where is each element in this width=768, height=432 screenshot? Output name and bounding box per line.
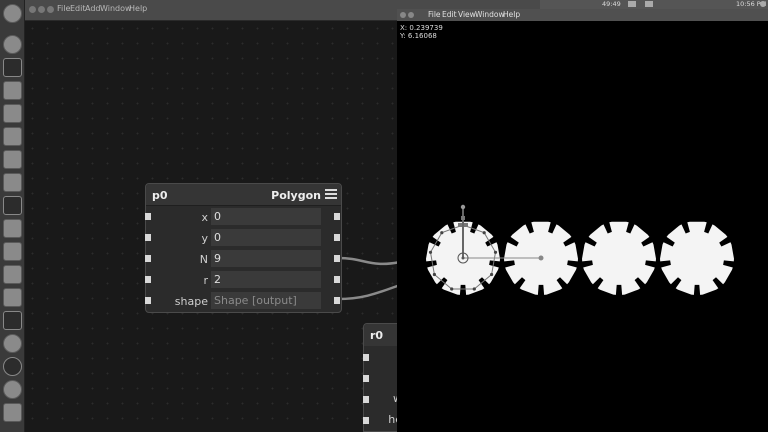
wire-shape <box>337 283 401 301</box>
param-label: y <box>201 232 208 245</box>
position-handle[interactable] <box>458 223 462 227</box>
input-port-y[interactable] <box>145 234 151 241</box>
vertex-handle[interactable] <box>472 287 476 291</box>
param-label: shape <box>174 295 208 308</box>
input-port-r[interactable] <box>145 276 151 283</box>
output-port-n[interactable] <box>334 255 340 262</box>
param-field-n[interactable]: 9 <box>211 250 321 267</box>
output-port-shape[interactable] <box>334 297 340 304</box>
input-port[interactable] <box>363 417 369 424</box>
power-icon[interactable] <box>760 1 766 7</box>
vertex-handle[interactable] <box>493 250 498 254</box>
clock-display: 49:49 <box>602 0 621 8</box>
param-row-shape: shape Shape [output] <box>145 292 341 310</box>
vertex-handle[interactable] <box>450 287 454 291</box>
output-port-y[interactable] <box>334 234 340 241</box>
param-field-r[interactable]: 2 <box>211 271 321 288</box>
input-port-shape[interactable] <box>145 297 151 304</box>
param-field-shape: Shape [output] <box>211 292 321 309</box>
param-label: N <box>199 253 208 266</box>
param-field-y[interactable]: 0 <box>211 229 321 246</box>
vertex-handle[interactable] <box>482 231 486 235</box>
param-field-x[interactable]: 0 <box>211 208 321 225</box>
polygon-node[interactable]: p0 Polygon x 0 y 0 N 9 r 2 shape Shape [… <box>145 183 342 313</box>
rendered-shape[interactable] <box>660 221 734 295</box>
node-type: Polygon <box>271 189 321 202</box>
radius-handle[interactable] <box>538 255 544 261</box>
vertex-handle[interactable] <box>440 231 444 235</box>
position-handle[interactable] <box>461 216 465 220</box>
param-row-n: N 9 <box>145 250 341 268</box>
node-menu-icon[interactable] <box>325 189 337 200</box>
input-port[interactable] <box>363 396 369 403</box>
output-port-r[interactable] <box>334 276 340 283</box>
param-row-r: r 2 <box>145 271 341 289</box>
input-port[interactable] <box>363 354 369 361</box>
system-tray: 49:49 10:56 PM <box>540 0 768 9</box>
input-port-x[interactable] <box>145 213 151 220</box>
node-name: p0 <box>152 189 168 202</box>
wire-n <box>337 256 401 266</box>
node-header[interactable]: p0 Polygon <box>146 184 341 206</box>
param-label: r <box>203 274 208 287</box>
volume-icon[interactable] <box>645 1 653 7</box>
param-row-x: x 0 <box>145 208 341 226</box>
rotate-handle[interactable] <box>460 204 466 210</box>
param-row-y: y 0 <box>145 229 341 247</box>
viewer-window: File Edit View Window Help X: 0.239739 Y… <box>397 9 768 432</box>
param-label: x <box>201 211 208 224</box>
output-port-x[interactable] <box>334 213 340 220</box>
vertex-handle[interactable] <box>428 250 433 254</box>
input-port-n[interactable] <box>145 255 151 262</box>
network-icon[interactable] <box>628 1 636 7</box>
position-handle[interactable] <box>464 223 468 227</box>
node-name: r0 <box>370 329 384 342</box>
vertex-handle[interactable] <box>490 272 494 277</box>
render-viewport[interactable] <box>397 9 768 432</box>
vertex-handle[interactable] <box>432 272 436 277</box>
input-port[interactable] <box>363 375 369 382</box>
rendered-shape[interactable] <box>582 221 656 295</box>
